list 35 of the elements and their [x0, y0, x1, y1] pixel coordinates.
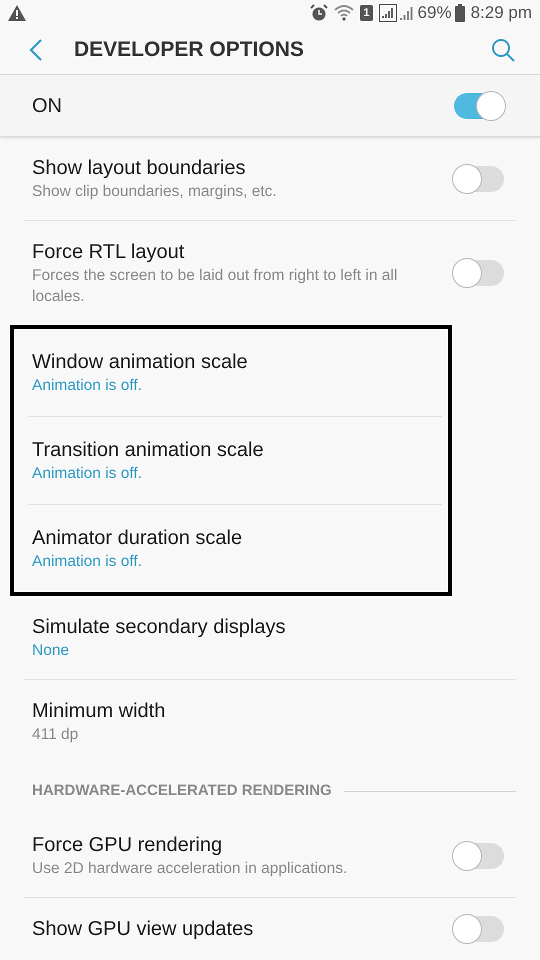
toggle-switch[interactable] [454, 92, 504, 118]
setting-title[interactable]: Animator duration scale [32, 525, 438, 551]
sim-badge: 1 [360, 4, 373, 21]
setting-summary: Show clip boundaries, margins, etc. [32, 182, 278, 202]
setting-title[interactable]: Force GPU rendering [32, 832, 454, 858]
master-switch-label: ON [32, 94, 63, 118]
setting-summary: Use 2D hardware acceleration in applications. [32, 859, 348, 879]
setting-title[interactable]: Show layout boundaries [32, 155, 454, 181]
toggle-switch[interactable] [454, 842, 504, 868]
setting-title[interactable]: Window animation scale [32, 349, 438, 375]
alarm-icon [310, 4, 328, 22]
setting-summary: None [32, 641, 70, 661]
battery-icon [454, 4, 465, 22]
setting-summary: Animation is off. [32, 552, 143, 572]
toggle-switch[interactable] [454, 916, 504, 942]
wifi-icon [334, 4, 354, 21]
toggle-switch[interactable] [454, 260, 504, 286]
toggle-switch[interactable] [454, 166, 504, 192]
setting-title[interactable]: Simulate secondary displays [32, 614, 504, 640]
setting-title[interactable]: Force RTL layout [32, 239, 454, 265]
setting-summary: 411 dp [32, 725, 80, 745]
setting-summary: Animation is off. [32, 464, 143, 484]
signal-icon [400, 4, 414, 21]
setting-summary: Animation is off. [32, 376, 143, 396]
setting-title[interactable]: Show GPU view updates [32, 916, 454, 942]
setting-title[interactable]: Minimum width [32, 698, 504, 724]
search-button[interactable] [490, 36, 516, 63]
page-title: DEVELOPER OPTIONS [74, 37, 305, 63]
setting-summary: Forces the screen to be laid out from right to left in all locales. [32, 266, 398, 307]
setting-title[interactable]: Transition animation scale [32, 437, 438, 463]
clock: 8:29 pm [470, 2, 532, 24]
section-header: HARDWARE-ACCELERATED RENDERING [32, 781, 332, 802]
battery-percent: 69% [418, 2, 452, 24]
warning-icon [8, 4, 26, 21]
signal-icon [378, 4, 397, 22]
